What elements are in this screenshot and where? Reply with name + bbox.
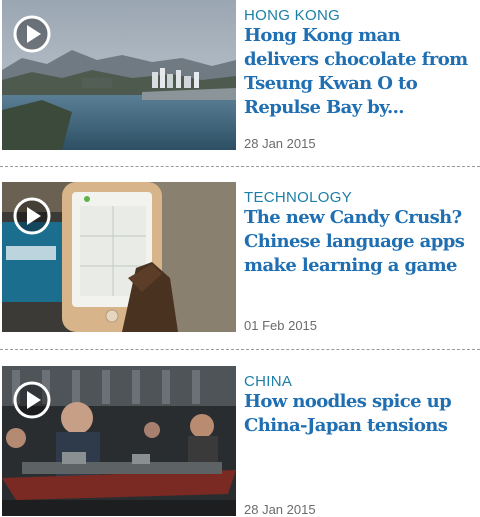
divider <box>0 166 480 167</box>
article-date: 28 Jan 2015 <box>244 502 316 517</box>
category-label[interactable]: TECHNOLOGY <box>244 189 352 207</box>
divider <box>0 349 480 350</box>
article-text: TECHNOLOGY The new Candy Crush? Chinese … <box>244 182 480 333</box>
article-text: HONG KONG Hong Kong man delivers chocola… <box>244 0 480 151</box>
play-icon[interactable] <box>12 196 52 236</box>
article-text: CHINA How noodles spice up China-Japan t… <box>244 366 480 517</box>
article-headline[interactable]: Hong Kong man delivers chocolate from Ts… <box>244 24 480 120</box>
category-label[interactable]: HONG KONG <box>244 7 340 25</box>
play-icon[interactable] <box>12 14 52 54</box>
category-label[interactable]: CHINA <box>244 373 292 391</box>
list-item[interactable]: CHINA How noodles spice up China-Japan t… <box>0 366 480 517</box>
play-icon[interactable] <box>12 380 52 420</box>
article-date: 01 Feb 2015 <box>244 318 318 333</box>
list-item[interactable]: HONG KONG Hong Kong man delivers chocola… <box>0 0 480 151</box>
article-date: 28 Jan 2015 <box>244 136 316 151</box>
video-thumbnail[interactable] <box>2 0 236 150</box>
video-thumbnail[interactable] <box>2 182 236 332</box>
video-thumbnail[interactable] <box>2 366 236 516</box>
article-headline[interactable]: How noodles spice up China-Japan tension… <box>244 390 480 438</box>
video-news-list: HONG KONG Hong Kong man delivers chocola… <box>0 0 480 517</box>
list-item[interactable]: TECHNOLOGY The new Candy Crush? Chinese … <box>0 182 480 333</box>
article-headline[interactable]: The new Candy Crush? Chinese language ap… <box>244 206 480 278</box>
